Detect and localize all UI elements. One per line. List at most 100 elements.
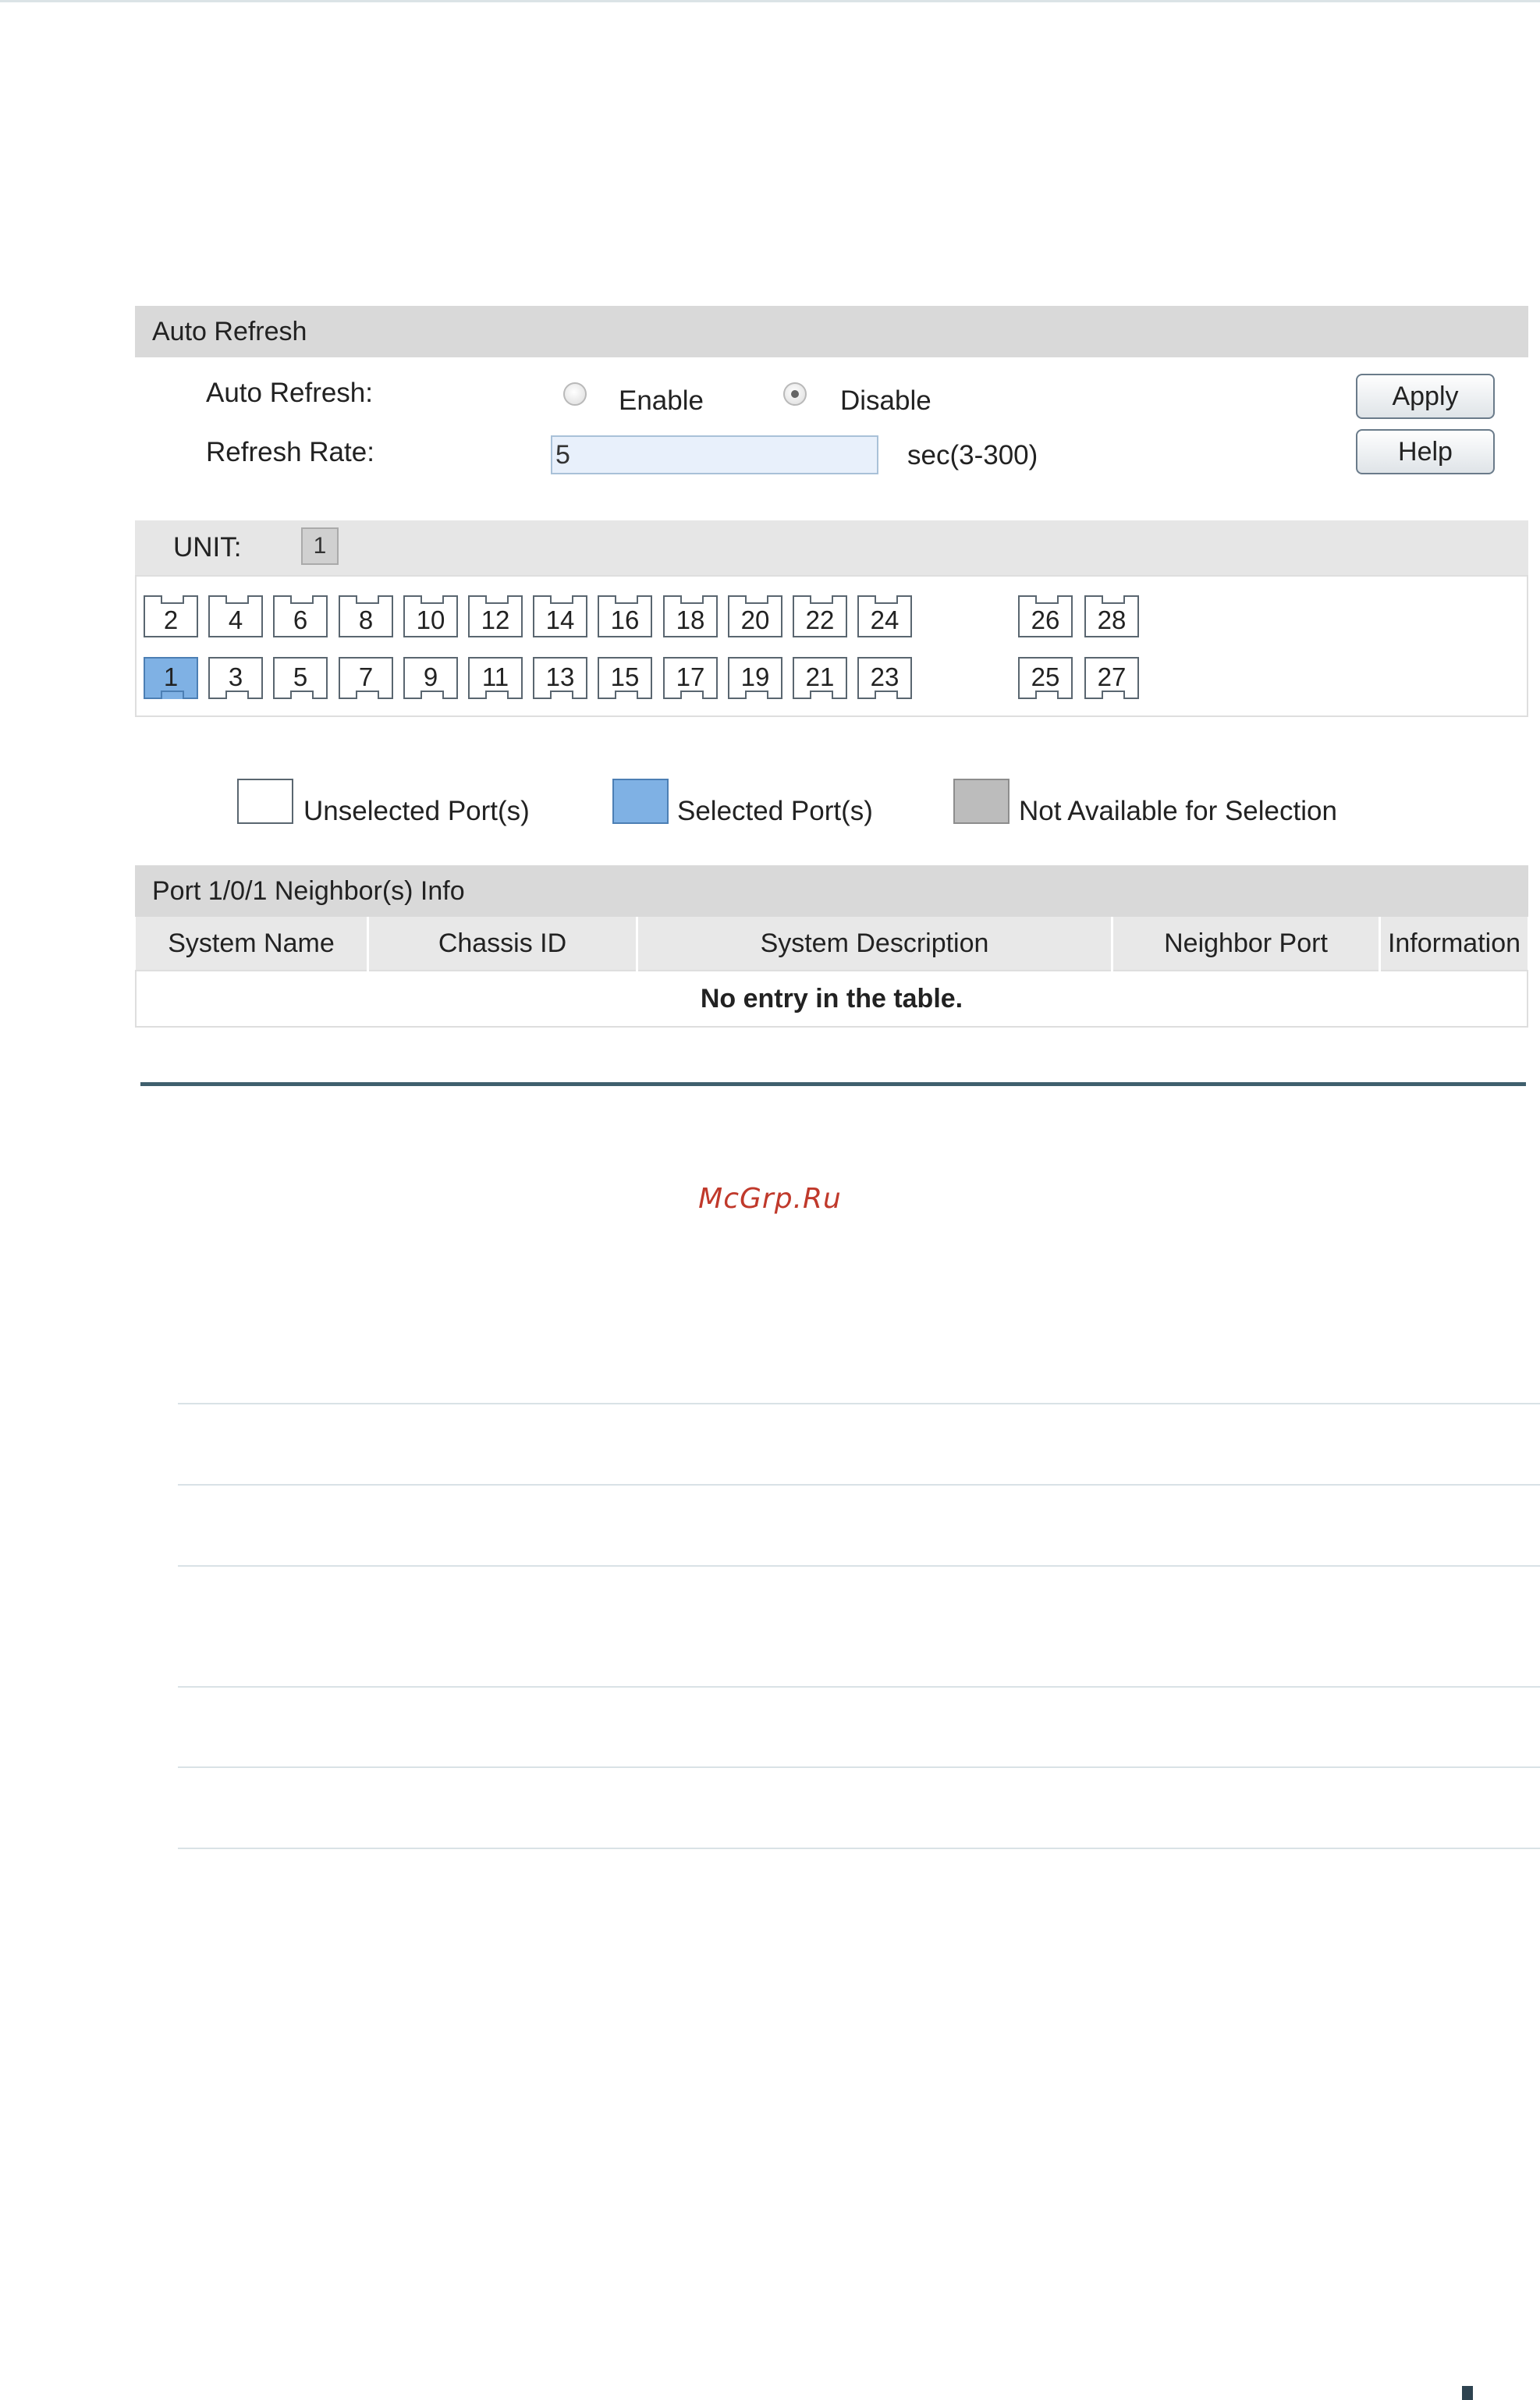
port-notch	[550, 595, 573, 604]
port-notch	[485, 595, 509, 604]
port-notch	[161, 595, 184, 604]
section-separator	[140, 1082, 1526, 1086]
unit-label: UNIT:	[173, 532, 242, 563]
port-notch	[356, 691, 379, 699]
column-neighbor-port: Neighbor Port	[1112, 917, 1381, 971]
port-label: 19	[740, 662, 770, 691]
enable-radio[interactable]	[563, 382, 587, 406]
port-7[interactable]: 7	[339, 657, 393, 699]
port-8[interactable]: 8	[339, 595, 393, 637]
unselected-port-legend-icon	[237, 779, 293, 824]
port-6[interactable]: 6	[273, 595, 328, 637]
help-button[interactable]: Help	[1356, 429, 1495, 474]
port-notch	[615, 691, 638, 699]
port-20[interactable]: 20	[728, 595, 782, 637]
legend-unselected-label: Unselected Port(s)	[303, 796, 530, 826]
port-14[interactable]: 14	[533, 595, 587, 637]
port-label: 26	[1031, 605, 1060, 634]
port-notch	[745, 691, 768, 699]
port-27[interactable]: 27	[1084, 657, 1139, 699]
port-notch	[1035, 595, 1059, 604]
port-notch	[550, 691, 573, 699]
refresh-rate-unit: sec(3-300)	[907, 440, 1038, 470]
port-label: 14	[545, 605, 575, 634]
port-notch	[485, 691, 509, 699]
port-notch	[161, 691, 184, 699]
port-18[interactable]: 18	[663, 595, 718, 637]
port-label: 9	[423, 662, 438, 691]
enable-label: Enable	[619, 385, 704, 416]
neighbor-info-header: Port 1/0/1 Neighbor(s) Info	[135, 865, 1528, 917]
port-label: 24	[870, 605, 900, 634]
unavailable-port-legend-icon	[953, 779, 1010, 824]
auto-refresh-label: Auto Refresh:	[206, 378, 373, 408]
port-notch	[290, 691, 314, 699]
refresh-rate-label: Refresh Rate:	[206, 437, 374, 467]
legend-selected-label: Selected Port(s)	[677, 796, 873, 826]
port-22[interactable]: 22	[793, 595, 847, 637]
port-15[interactable]: 15	[598, 657, 652, 699]
port-label: 25	[1031, 662, 1060, 691]
port-28[interactable]: 28	[1084, 595, 1139, 637]
unit-bar	[135, 520, 1528, 575]
divider	[178, 1766, 1540, 1768]
port-notch	[420, 595, 444, 604]
port-11[interactable]: 11	[468, 657, 523, 699]
port-label: 3	[228, 662, 243, 691]
port-label: 18	[676, 605, 705, 634]
port-notch	[875, 595, 898, 604]
watermark: McGrp.Ru	[698, 1183, 842, 1215]
port-4[interactable]: 4	[208, 595, 263, 637]
port-5[interactable]: 5	[273, 657, 328, 699]
port-notch	[290, 595, 314, 604]
port-notch	[420, 691, 444, 699]
top-border	[0, 0, 1540, 2]
port-17[interactable]: 17	[663, 657, 718, 699]
port-9[interactable]: 9	[403, 657, 458, 699]
unit-selector[interactable]: 1	[301, 527, 339, 565]
port-notch	[1102, 595, 1125, 604]
port-1[interactable]: 1	[144, 657, 198, 699]
empty-table-message: No entry in the table.	[135, 970, 1528, 1028]
port-notch	[875, 691, 898, 699]
port-label: 23	[870, 662, 900, 691]
port-16[interactable]: 16	[598, 595, 652, 637]
column-system-description: System Description	[637, 917, 1113, 971]
column-chassis-id: Chassis ID	[367, 917, 638, 971]
port-label: 21	[805, 662, 835, 691]
port-notch	[745, 595, 768, 604]
port-26[interactable]: 26	[1018, 595, 1073, 637]
port-3[interactable]: 3	[208, 657, 263, 699]
table-row: No entry in the table.	[135, 970, 1528, 1028]
column-system-name: System Name	[136, 917, 369, 971]
disable-label: Disable	[840, 385, 931, 416]
port-23[interactable]: 23	[857, 657, 912, 699]
port-label: 7	[358, 662, 374, 691]
port-notch	[810, 595, 833, 604]
port-2[interactable]: 2	[144, 595, 198, 637]
port-label: 2	[163, 605, 179, 634]
port-notch	[680, 595, 704, 604]
port-notch	[1102, 691, 1125, 699]
legend-not-available-label: Not Available for Selection	[1019, 796, 1337, 826]
port-notch	[1035, 691, 1059, 699]
port-21[interactable]: 21	[793, 657, 847, 699]
port-19[interactable]: 19	[728, 657, 782, 699]
port-12[interactable]: 12	[468, 595, 523, 637]
refresh-rate-input[interactable]	[551, 435, 878, 474]
port-24[interactable]: 24	[857, 595, 912, 637]
column-information: Information	[1379, 917, 1528, 971]
port-25[interactable]: 25	[1018, 657, 1073, 699]
port-10[interactable]: 10	[403, 595, 458, 637]
divider	[178, 1403, 1540, 1404]
port-13[interactable]: 13	[533, 657, 587, 699]
port-label: 8	[358, 605, 374, 634]
port-label: 28	[1097, 605, 1127, 634]
auto-refresh-header: Auto Refresh	[135, 306, 1528, 357]
apply-button[interactable]: Apply	[1356, 374, 1495, 419]
disable-radio[interactable]	[783, 382, 807, 406]
divider	[178, 1686, 1540, 1688]
port-label: 12	[481, 605, 510, 634]
port-label: 20	[740, 605, 770, 634]
divider	[178, 1848, 1540, 1849]
